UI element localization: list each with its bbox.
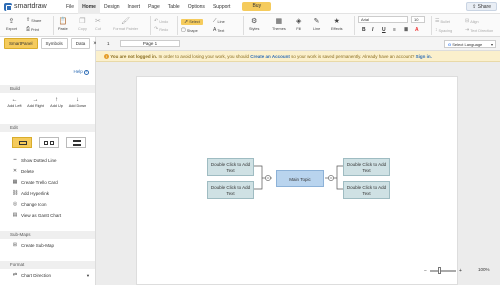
zoom-in-icon[interactable]: + <box>459 268 462 274</box>
zoom-value: 100% <box>478 267 490 272</box>
main-topic-node[interactable]: Main Topic <box>276 170 324 187</box>
topic-node-right-bottom[interactable]: Double Click to Add Text <box>343 181 390 199</box>
topic-node-left-bottom[interactable]: Double Click to Add Text <box>207 181 254 199</box>
mind-map-connectors <box>254 165 343 190</box>
topic-node-left-top[interactable]: Double Click to Add Text <box>207 158 254 176</box>
zoom-slider[interactable] <box>430 267 456 274</box>
left-connector-line <box>254 165 263 190</box>
zoom-out-icon[interactable]: − <box>424 268 427 274</box>
zoom-slider-thumb[interactable] <box>437 267 441 274</box>
topic-node-right-top[interactable]: Double Click to Add Text <box>343 158 390 176</box>
